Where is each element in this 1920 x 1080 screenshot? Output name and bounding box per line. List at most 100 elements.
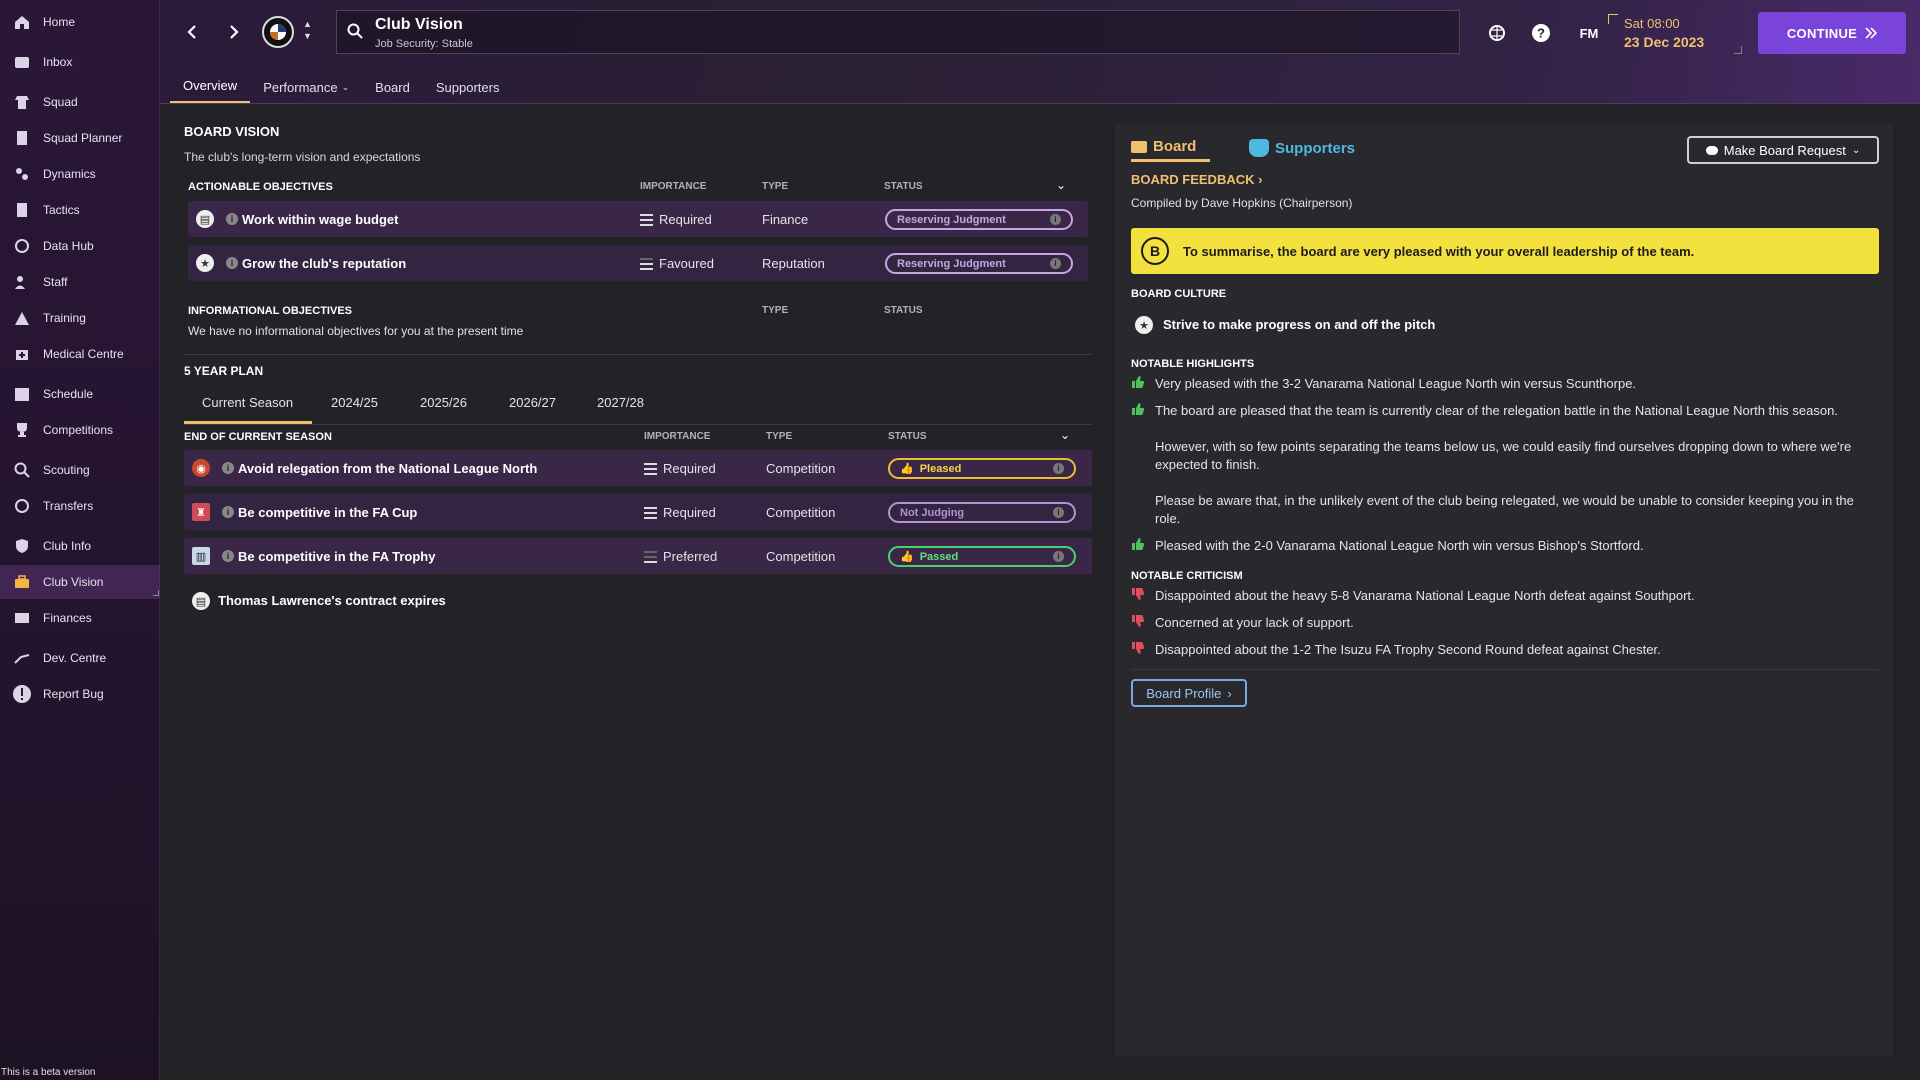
status-badge[interactable]: Reserving Judgment i (885, 209, 1073, 230)
highlights-header: NOTABLE HIGHLIGHTS (1131, 358, 1255, 370)
status-text: Reserving Judgment (897, 257, 1006, 270)
sidebar-item-label: Squad (43, 95, 78, 109)
board-vision-title: BOARD VISION (184, 124, 280, 139)
world-icon[interactable] (1486, 22, 1508, 44)
info-icon[interactable]: i (222, 506, 234, 518)
contract-note[interactable]: Thomas Lawrence's contract expires (218, 593, 446, 608)
tab-overview[interactable]: Overview (170, 70, 251, 104)
sidebar-item-squad-planner[interactable]: Squad Planner (0, 121, 160, 155)
alert-icon (12, 684, 32, 704)
title-search-box[interactable]: Club Vision Job Security: Stable (336, 10, 1460, 54)
status-badge[interactable]: Not Judging i (888, 502, 1076, 523)
board-feedback-link[interactable]: BOARD FEEDBACK › (1131, 172, 1262, 187)
make-board-request-button[interactable]: Make Board Request ⌄ (1687, 136, 1879, 164)
thumbs-down-icon (1131, 641, 1145, 655)
importance: Required (644, 505, 716, 520)
sidebar-item-home[interactable]: Home (0, 5, 160, 39)
objective-row[interactable]: ★ i Grow the club's reputation Favoured … (188, 245, 1088, 281)
highlight-text: Please be aware that, in the unlikely ev… (1155, 493, 1854, 526)
tab-supporters-feedback[interactable]: Supporters (1249, 134, 1355, 162)
tab-board[interactable]: Board (362, 70, 423, 104)
objective-label: Be competitive in the FA Cup (238, 505, 418, 520)
collapse-chevron-icon[interactable]: ⌄ (1056, 178, 1066, 192)
season-objective-row[interactable]: ◉ i Avoid relegation from the National L… (184, 450, 1092, 486)
sidebar-item-scouting[interactable]: Scouting (0, 453, 160, 487)
divider (1131, 669, 1879, 670)
search-icon[interactable] (347, 23, 363, 42)
season-objective-row[interactable]: ♜ i Be competitive in the FA Cup Require… (184, 494, 1092, 530)
sidebar-item-transfers[interactable]: Transfers (0, 489, 160, 523)
tab-label: Supporters (435, 79, 500, 95)
sidebar-item-label: Club Info (43, 539, 92, 553)
info-icon[interactable]: i (226, 257, 238, 269)
tab-label: Performance (263, 79, 338, 95)
sidebar-item-dev-centre[interactable]: Dev. Centre (0, 641, 160, 675)
objective-label: Work within wage budget (242, 212, 399, 227)
status-badge[interactable]: Reserving Judgment i (885, 253, 1073, 274)
sidebar-item-tactics[interactable]: Tactics (0, 193, 160, 227)
staff-icon (12, 272, 32, 292)
season-objective-row[interactable]: ▥ i Be competitive in the FA Trophy Pref… (184, 538, 1092, 574)
sidebar-item-label: Dynamics (43, 167, 96, 181)
corner-bracket-icon (1734, 46, 1742, 54)
sidebar-item-medical-centre[interactable]: Medical Centre (0, 337, 160, 371)
club-badge-icon[interactable] (262, 16, 294, 48)
forward-button[interactable] (220, 18, 248, 46)
end-of-season-header: END OF CURRENT SEASON (184, 431, 332, 443)
sidebar-item-label: Transfers (43, 499, 94, 513)
col-importance: IMPORTANCE (640, 181, 707, 192)
sidebar-item-finances[interactable]: Finances (0, 601, 160, 635)
tab-2026-27[interactable]: 2026/27 (509, 395, 556, 410)
importance: Required (640, 212, 712, 227)
sidebar-item-staff[interactable]: Staff (0, 265, 160, 299)
sidebar-item-dynamics[interactable]: Dynamics (0, 157, 160, 191)
sidebar-item-report-bug[interactable]: Report Bug (0, 677, 160, 711)
collapse-chevron-icon[interactable]: ⌄ (1060, 428, 1070, 442)
sidebar-item-schedule[interactable]: Schedule (0, 377, 160, 411)
sidebar-item-club-info[interactable]: Club Info (0, 529, 160, 563)
tab-performance[interactable]: Performance ⌄ (250, 70, 362, 104)
tab-board-feedback[interactable]: Board (1131, 134, 1211, 162)
importance-text: Required (663, 461, 716, 476)
sidebar-item-competitions[interactable]: Competitions (0, 413, 160, 447)
squad-icon (12, 92, 32, 112)
sidebar-item-data-hub[interactable]: Data Hub (0, 229, 160, 263)
sidebar-item-label: Report Bug (43, 687, 104, 701)
fa-trophy-icon: ▥ (192, 547, 210, 565)
status-badge[interactable]: 👍 Passed i (888, 546, 1076, 567)
briefcase-icon (12, 572, 32, 592)
tab-2025-26[interactable]: 2025/26 (420, 395, 467, 410)
tab-current-season[interactable]: Current Season (202, 395, 293, 410)
info-icon[interactable]: i (226, 213, 238, 225)
chevron-right-icon: › (1227, 685, 1232, 701)
date-display[interactable]: Sat 08:00 23 Dec 2023 (1608, 14, 1742, 54)
sidebar-item-squad[interactable]: Squad (0, 85, 160, 119)
sidebar-item-label: Dev. Centre (43, 651, 107, 665)
transfers-icon (12, 496, 32, 516)
back-button[interactable] (178, 18, 206, 46)
tab-2024-25[interactable]: 2024/25 (331, 395, 378, 410)
club-switcher[interactable]: ▲ ▼ (303, 18, 312, 42)
sidebar-item-label: Medical Centre (43, 347, 124, 361)
informational-objectives-header: INFORMATIONAL OBJECTIVES (188, 305, 352, 317)
sidebar-item-club-vision[interactable]: Club Vision (0, 565, 160, 599)
thumbs-up-icon: 👍 (900, 463, 914, 475)
sidebar-item-label: Home (43, 15, 76, 29)
status-badge[interactable]: 👍 Pleased i (888, 458, 1076, 479)
tab-2027-28[interactable]: 2027/28 (597, 395, 644, 410)
calendar-icon (12, 384, 32, 404)
sidebar-item-inbox[interactable]: Inbox (0, 45, 160, 79)
info-icon[interactable]: i (222, 550, 234, 562)
fm-menu-button[interactable]: FM (1574, 22, 1604, 44)
objective-row[interactable]: ▤ i Work within wage budget Required Fin… (188, 201, 1088, 237)
continue-button[interactable]: CONTINUE (1758, 12, 1906, 54)
tab-supporters[interactable]: Supporters (423, 70, 513, 104)
sidebar-item-training[interactable]: Training (0, 301, 160, 335)
grade-badge: B (1141, 237, 1169, 265)
help-icon[interactable]: ? (1530, 22, 1552, 44)
thumbs-up-icon: 👍 (900, 551, 914, 563)
board-profile-button[interactable]: Board Profile › (1131, 679, 1247, 707)
info-icon[interactable]: i (222, 462, 234, 474)
page-tabs: Overview Performance ⌄ Board Supporters (170, 70, 512, 104)
objective-type: Reputation (762, 256, 825, 271)
